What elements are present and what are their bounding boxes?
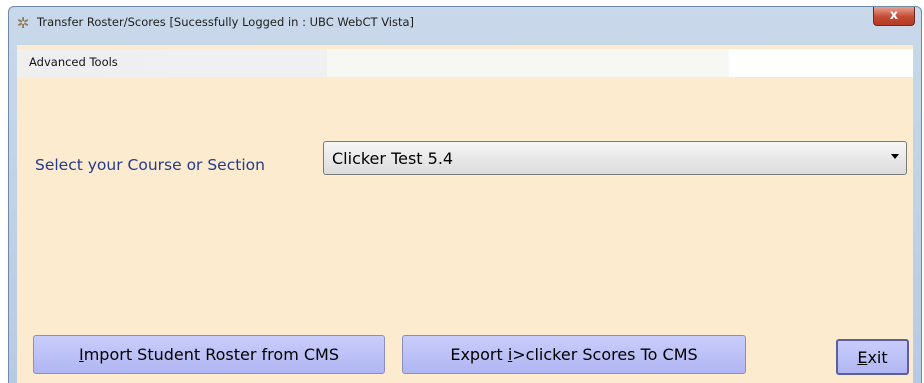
client-area: Advanced Tools Select your Course or Sec… — [17, 45, 913, 383]
import-roster-button[interactable]: Import Student Roster from CMS — [33, 335, 385, 374]
export-label-pre: Export — [450, 345, 508, 364]
title-bar[interactable]: ✲ Transfer Roster/Scores [Sucessfully Lo… — [9, 7, 921, 45]
gear-icon: ✲ — [16, 14, 30, 32]
exit-button[interactable]: Exit — [836, 339, 909, 375]
app-window: ✲ Transfer Roster/Scores [Sucessfully Lo… — [8, 6, 922, 383]
export-scores-button[interactable]: Export i>clicker Scores To CMS — [402, 335, 746, 374]
course-select[interactable]: Clicker Test 5.4 — [323, 141, 907, 175]
export-label: >clicker Scores To CMS — [512, 345, 698, 364]
window-title: Transfer Roster/Scores [Sucessfully Logg… — [37, 15, 415, 29]
course-select-label: Select your Course or Section — [35, 156, 265, 174]
course-select-value: Clicker Test 5.4 — [332, 149, 454, 168]
import-label: mport Student Roster from CMS — [83, 345, 339, 364]
close-icon: x — [889, 8, 899, 23]
exit-label: xit — [867, 348, 888, 367]
close-button[interactable]: x — [873, 7, 915, 26]
menu-bar: Advanced Tools — [17, 49, 913, 77]
exit-mnemonic: E — [857, 348, 868, 367]
chevron-down-icon[interactable] — [891, 154, 899, 159]
menu-advanced-tools[interactable]: Advanced Tools — [29, 55, 118, 69]
